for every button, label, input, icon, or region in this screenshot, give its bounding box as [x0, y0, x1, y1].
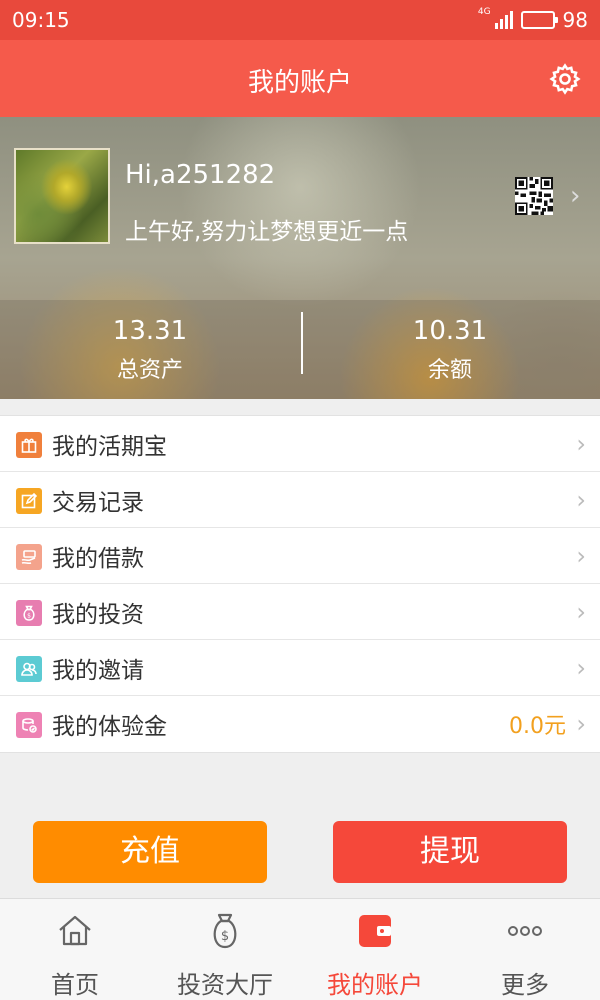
account-menu: 我的活期宝 › 交易记录 › 我的借款 › $ 我的投资 › 我的邀请 › 我的…	[0, 415, 600, 753]
more-icon	[508, 926, 542, 936]
status-bar: 09:15 4G 98	[0, 0, 600, 40]
money-bag-icon: $	[16, 600, 42, 626]
trial-funds-amount: 0.0元	[509, 714, 566, 739]
status-indicators: 4G 98	[477, 7, 588, 32]
divider	[301, 312, 303, 374]
tab-investment-hall[interactable]: $ 投资大厅	[150, 899, 300, 1000]
username: Hi,a251282	[125, 160, 276, 190]
page-title: 我的账户	[247, 68, 352, 98]
edit-icon	[16, 488, 42, 514]
tab-my-account[interactable]: 我的账户	[300, 899, 450, 1000]
balance-label: 余额	[427, 358, 472, 383]
tab-label: 首页	[51, 971, 99, 999]
menu-item-label: 我的借款	[52, 545, 144, 572]
menu-item-loans[interactable]: 我的借款 ›	[0, 528, 600, 584]
signal-icon	[494, 11, 513, 29]
chevron-right-icon: ›	[576, 485, 586, 514]
asset-summary: 13.31 总资产 10.31 余额	[0, 300, 600, 399]
header: 我的账户	[0, 40, 600, 117]
menu-item-current-deposit[interactable]: 我的活期宝 ›	[0, 416, 600, 472]
chevron-right-icon: ›	[576, 597, 586, 626]
total-assets-label: 总资产	[116, 358, 183, 383]
tab-label: 我的账户	[327, 971, 423, 999]
chevron-right-icon: ›	[576, 429, 586, 458]
greeting-message: 上午好,努力让梦想更近一点	[125, 219, 409, 245]
menu-item-investments[interactable]: $ 我的投资 ›	[0, 584, 600, 640]
gift-icon	[16, 432, 42, 458]
chevron-right-icon: ›	[570, 181, 581, 211]
menu-item-label: 我的活期宝	[52, 433, 167, 460]
recharge-button[interactable]: 充值	[33, 821, 267, 883]
svg-text:$: $	[27, 613, 31, 620]
balance-value: 10.31	[412, 316, 488, 346]
menu-item-label: 我的邀请	[52, 657, 144, 684]
bottom-tab-bar: 首页 $ 投资大厅 我的账户 更多	[0, 898, 600, 1000]
money-bag-icon: $	[213, 913, 237, 949]
total-assets[interactable]: 13.31 总资产	[0, 300, 300, 399]
total-assets-value: 13.31	[112, 316, 188, 346]
battery-level: 98	[562, 8, 588, 32]
chevron-right-icon: ›	[576, 541, 586, 570]
tab-home[interactable]: 首页	[0, 899, 150, 1000]
tab-label: 投资大厅	[177, 971, 273, 999]
home-icon	[59, 915, 91, 946]
status-time: 09:15	[12, 8, 70, 32]
balance[interactable]: 10.31 余额	[300, 300, 600, 399]
menu-item-label: 我的体验金	[52, 714, 167, 740]
chevron-right-icon: ›	[576, 653, 586, 682]
menu-item-transactions[interactable]: 交易记录 ›	[0, 472, 600, 528]
avatar[interactable]	[14, 148, 110, 244]
withdraw-button[interactable]: 提现	[333, 821, 567, 883]
users-icon	[16, 656, 42, 682]
tab-label: 更多	[501, 971, 549, 999]
menu-item-label: 我的投资	[52, 601, 144, 628]
menu-item-trial-funds[interactable]: 我的体验金 0.0元 ›	[0, 696, 600, 752]
battery-icon	[520, 11, 558, 29]
qr-code-icon[interactable]	[515, 177, 553, 215]
menu-item-invitations[interactable]: 我的邀请 ›	[0, 640, 600, 696]
menu-item-label: 交易记录	[52, 489, 144, 516]
cash-icon	[16, 544, 42, 570]
chevron-right-icon: ›	[576, 710, 586, 738]
wallet-icon	[359, 915, 391, 947]
svg-text:$: $	[221, 929, 229, 944]
tab-more[interactable]: 更多	[450, 899, 600, 1000]
profile-card[interactable]: Hi,a251282 上午好,努力让梦想更近一点 › 13.31 总资产 10.…	[0, 117, 600, 399]
coins-icon	[16, 712, 42, 738]
network-type: 4G	[477, 7, 491, 17]
gear-icon[interactable]	[548, 62, 582, 96]
